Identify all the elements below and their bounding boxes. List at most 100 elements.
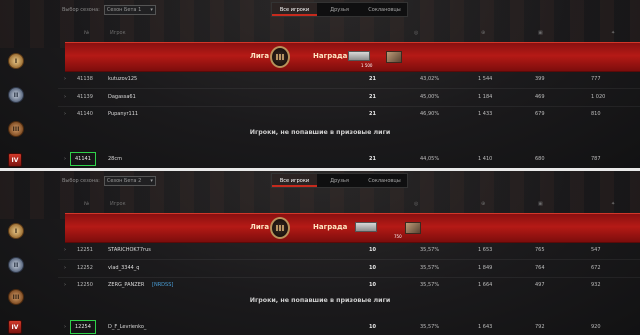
tab-friends[interactable]: Друзья (317, 174, 362, 187)
stat-value: 1 184 (478, 94, 493, 100)
stat-value: 1 020 (591, 94, 606, 100)
table-row[interactable]: › 12251 STARICHOK77rus 10 35,57% 1 653 7… (58, 242, 640, 259)
table-row[interactable]: › 12250 ZERG_PANZER [NRDSS] 10 35,57% 1 … (58, 277, 640, 294)
win-rate: 46,90% (420, 111, 440, 117)
table-row[interactable]: › 41139 Dagassa61 21 45,00% 1 184 469 1 … (58, 89, 640, 106)
clan-tag: [NRDSS] (152, 282, 174, 288)
table-row[interactable]: › 12252 vlad_3344_q 10 35,57% 1 849 764 … (58, 260, 640, 277)
chevron-right-icon[interactable]: › (64, 247, 66, 253)
league-bar: Лига III Награда 1 500 (65, 42, 640, 72)
stat-value: 920 (591, 324, 601, 330)
player-name: kutuzov125 (108, 76, 138, 82)
stat-value: 469 (535, 94, 545, 100)
player-name: Dagassa61 (108, 94, 136, 100)
column-icon: ◎ (414, 201, 419, 207)
crate-reward-icon (405, 222, 421, 234)
league-label: Лига (250, 52, 270, 60)
chevron-right-icon[interactable]: › (64, 156, 66, 162)
stat-value: 787 (591, 156, 601, 162)
stat-value: 1 544 (478, 76, 493, 82)
win-rate: 45,00% (420, 94, 440, 100)
column-icon: ▣ (538, 30, 543, 36)
stat-value: 777 (591, 76, 601, 82)
reward-quantity: 750 (394, 234, 402, 239)
battles: 21 (369, 76, 376, 82)
tab-all-players[interactable]: Все игроки (272, 174, 317, 187)
chevron-right-icon[interactable]: › (64, 324, 66, 330)
league-emblem-icon: III (270, 46, 290, 68)
reward-quantity: 1 500 (361, 63, 373, 68)
league-bar: Лига III Награда 750 (65, 213, 640, 243)
stat-value: 547 (591, 247, 601, 253)
stat-value: 1 653 (478, 247, 493, 253)
non-prize-notice: Игроки, не попавшие в призовые лиги (249, 129, 391, 136)
league-emblem-icon: III (270, 217, 290, 239)
player-name: ZERG_PANZER (108, 282, 145, 288)
stat-value: 1 410 (478, 156, 493, 162)
chevron-right-icon[interactable]: › (64, 76, 66, 82)
non-prize-notice: Игроки, не попавшие в призовые лиги (249, 297, 391, 304)
table-row[interactable]: › 41140 Pupanyr111 21 46,90% 1 433 679 8… (58, 106, 640, 123)
battles: 10 (369, 282, 376, 288)
season-dropdown[interactable]: Сезон Бета 1 ▾ (103, 5, 156, 15)
tab-friends[interactable]: Друзья (317, 3, 362, 16)
gold-reward-icon (355, 222, 377, 232)
season-value: Сезон Бета 1 (106, 7, 142, 13)
column-icon: ⊕ (481, 201, 486, 207)
current-player-row[interactable]: › 12254 D_F_Levrienko_ 10 35,57% 1 643 7… (58, 319, 640, 335)
player-name: 28cm (108, 156, 122, 162)
stat-value: 792 (535, 324, 545, 330)
season-selector: Выбор сезона: Сезон Бета 2 ▾ (62, 176, 156, 186)
rank: 41138 (77, 76, 93, 82)
tab-clanmates[interactable]: Соклановцы (362, 174, 407, 187)
chevron-right-icon[interactable]: › (64, 94, 66, 100)
season-dropdown[interactable]: Сезон Бета 2 ▾ (103, 176, 156, 186)
win-rate: 44,05% (420, 156, 440, 162)
rank: 12252 (77, 265, 93, 271)
column-icon: ▣ (538, 201, 543, 207)
rank: 41140 (77, 111, 93, 117)
column-icon: ✦ (611, 201, 616, 207)
player-name: vlad_3344_q (108, 265, 140, 271)
stat-value: 679 (535, 111, 545, 117)
leaderboard-panel-season-1: Выбор сезона: Сезон Бета 1 ▾ Все игроки … (0, 0, 640, 168)
leaderboard-panel-season-2: Выбор сезона: Сезон Бета 2 ▾ Все игроки … (0, 171, 640, 335)
stat-value: 764 (535, 265, 545, 271)
rank-highlight: 12254 (70, 320, 96, 334)
gold-reward-icon (348, 51, 370, 61)
battles: 21 (369, 111, 376, 117)
table-row[interactable]: › 41138 kutuzov125 21 43,02% 1 544 399 7… (58, 71, 640, 88)
column-icon: ✦ (611, 30, 616, 36)
league-2-medal-icon: II (8, 87, 24, 103)
chevron-right-icon[interactable]: › (64, 265, 66, 271)
rank: 41139 (77, 94, 93, 100)
chevron-right-icon[interactable]: › (64, 111, 66, 117)
rank: 12251 (77, 247, 93, 253)
column-rank: № (84, 201, 90, 207)
column-player: Игрок (110, 201, 126, 207)
stat-value: 399 (535, 76, 545, 82)
battles: 21 (369, 156, 376, 162)
win-rate: 35,57% (420, 247, 440, 253)
stat-value: 932 (591, 282, 601, 288)
player-name: STARICHOK77rus (108, 247, 151, 253)
chevron-right-icon[interactable]: › (64, 282, 66, 288)
table-header: № Игрок ◎ ⊕ ▣ ✦ (58, 28, 640, 38)
league-3-medal-icon: III (8, 121, 24, 137)
stat-value: 1 664 (478, 282, 493, 288)
player-name: Pupanyr111 (108, 111, 139, 117)
battles: 10 (369, 324, 376, 330)
tab-all-players[interactable]: Все игроки (272, 3, 317, 16)
league-label: Лига (250, 223, 270, 231)
no-league-medal-icon: IV (8, 320, 22, 334)
tab-clanmates[interactable]: Соклановцы (362, 3, 407, 16)
current-player-row[interactable]: › 41141 28cm 21 44,05% 1 410 680 787 (58, 151, 640, 168)
player-name: D_F_Levrienko_ (108, 324, 147, 330)
reward-label: Награда (313, 223, 348, 231)
season-label: Выбор сезона: (62, 178, 100, 184)
stat-value: 1 643 (478, 324, 493, 330)
battles: 10 (369, 247, 376, 253)
reward-label: Награда (313, 52, 348, 60)
stat-value: 810 (591, 111, 601, 117)
no-league-medal-icon: IV (8, 153, 22, 167)
